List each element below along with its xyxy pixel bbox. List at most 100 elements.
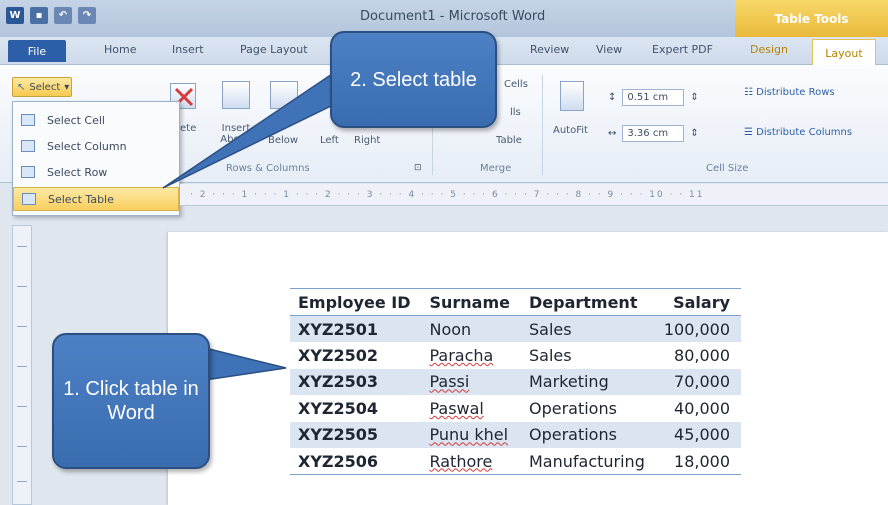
menu-item-select-column[interactable]: Select Column	[13, 134, 179, 158]
cell-salary[interactable]: 70,000	[655, 368, 742, 395]
table-row[interactable]: XYZ2501 Noon Sales 100,000	[290, 315, 742, 342]
employee-table[interactable]: Employee ID Surname Department Salary XY…	[290, 288, 742, 475]
cell-employee-id[interactable]: XYZ2505	[290, 421, 422, 448]
cell-surname[interactable]: Noon	[421, 315, 521, 342]
tab-view[interactable]: View	[596, 43, 622, 56]
insert-above-icon[interactable]	[222, 81, 250, 109]
menu-item-label: Select Row	[47, 165, 108, 179]
undo-icon[interactable]: ↶	[54, 7, 72, 24]
dialog-launcher-icon[interactable]: ⊡	[414, 163, 422, 173]
row-icon	[21, 166, 35, 178]
column-width-input[interactable]: 3.36 cm	[622, 124, 685, 142]
column-width-field[interactable]: ↔ 3.36 cm ⇕	[608, 123, 699, 143]
ruler-tick	[17, 446, 27, 447]
menu-item-label: Select Column	[47, 139, 127, 153]
select-arrow-icon: ↖	[17, 81, 26, 93]
insert-right-label: Right	[354, 135, 381, 146]
column-icon	[21, 140, 35, 152]
select-button-label: Select	[29, 81, 61, 93]
insert-below-icon[interactable]	[270, 81, 298, 109]
redo-icon[interactable]: ↷	[78, 7, 96, 24]
table-row[interactable]: XYZ2506 Rathore Manufacturing 18,000	[290, 448, 742, 475]
split-table-label[interactable]: Table	[496, 135, 522, 146]
distribute-rows-label: Distribute Rows	[756, 87, 835, 98]
select-button[interactable]: ↖ Select ▾	[12, 77, 72, 97]
menu-item-select-row[interactable]: Select Row	[13, 160, 179, 184]
cell-surname[interactable]: Paracha	[421, 342, 521, 369]
select-menu: Select Cell Select Column Select Row Sel…	[12, 101, 180, 216]
horizontal-ruler[interactable]: · 2 · · · 1 · · · 1 · · · 2 · · · 3 · · …	[180, 184, 888, 206]
cell-department[interactable]: Manufacturing	[521, 448, 656, 475]
table-tools-group-label: Table Tools	[735, 0, 888, 37]
tab-layout[interactable]: Layout	[812, 39, 876, 66]
cell-size-group-label: Cell Size	[706, 163, 749, 174]
ruler-tick	[17, 246, 27, 247]
callout-step-1: 1. Click table in Word	[52, 333, 210, 469]
table-row[interactable]: XYZ2505 Punu khel Operations 45,000	[290, 421, 742, 448]
spinner-icon[interactable]: ⇕	[690, 92, 698, 103]
ruler-tick	[17, 286, 27, 287]
spinner-icon[interactable]: ⇕	[690, 128, 698, 139]
ribbon-separator	[542, 75, 543, 175]
column-width-icon: ↔	[608, 127, 617, 139]
quick-access-toolbar: W ▪ ↶ ↷	[6, 7, 96, 24]
distribute-columns-icon: ☰	[744, 127, 757, 138]
window-title: Document1 - Microsoft Word	[360, 9, 546, 24]
rows-columns-group-label: Rows & Columns	[226, 163, 310, 174]
autofit-label[interactable]: AutoFit	[553, 125, 588, 136]
cell-salary[interactable]: 40,000	[656, 395, 741, 422]
cell-employee-id[interactable]: XYZ2504	[290, 395, 421, 422]
row-height-input[interactable]: 0.51 cm	[622, 88, 685, 106]
table-row[interactable]: XYZ2504 Paswal Operations 40,000	[290, 395, 741, 422]
column-header-employee-id[interactable]: Employee ID	[290, 289, 421, 316]
cell-department[interactable]: Sales	[521, 342, 656, 369]
merge-cells-label[interactable]: Cells	[504, 79, 528, 90]
column-header-salary[interactable]: Salary	[656, 289, 741, 316]
word-app-icon[interactable]: W	[6, 7, 24, 24]
autofit-icon[interactable]	[560, 81, 584, 111]
cell-surname[interactable]: Passi	[421, 368, 521, 395]
cell-department[interactable]: Marketing	[520, 368, 656, 395]
ruler-tick	[17, 326, 27, 327]
cell-employee-id[interactable]: XYZ2506	[290, 448, 421, 475]
cell-salary[interactable]: 18,000	[656, 448, 741, 475]
cell-surname[interactable]: Punu khel	[421, 421, 521, 448]
cell-salary[interactable]: 100,000	[655, 315, 742, 342]
cell-department[interactable]: Operations	[520, 421, 656, 448]
menu-item-select-cell[interactable]: Select Cell	[13, 108, 179, 132]
cell-employee-id[interactable]: XYZ2501	[290, 315, 422, 342]
ruler-tick	[17, 406, 27, 407]
tab-expert-pdf[interactable]: Expert PDF	[652, 43, 713, 56]
table-icon	[22, 193, 36, 205]
row-height-field[interactable]: ↕ 0.51 cm ⇕	[608, 87, 699, 107]
cell-salary[interactable]: 45,000	[655, 421, 742, 448]
column-header-surname[interactable]: Surname	[421, 289, 521, 316]
chevron-down-icon: ▾	[64, 81, 70, 93]
tab-review[interactable]: Review	[530, 43, 569, 56]
cell-employee-id[interactable]: XYZ2502	[290, 342, 421, 369]
vertical-ruler[interactable]	[12, 225, 32, 505]
insert-above-label: Insert Above	[220, 123, 252, 145]
cell-employee-id[interactable]: XYZ2503	[290, 368, 422, 395]
distribute-columns-button[interactable]: ☰ Distribute Columns	[744, 127, 852, 138]
cell-department[interactable]: Sales	[520, 315, 656, 342]
table-row[interactable]: XYZ2503 Passi Marketing 70,000	[290, 368, 742, 395]
row-height-icon: ↕	[608, 91, 617, 103]
save-icon[interactable]: ▪	[30, 7, 48, 24]
tab-design[interactable]: Design	[750, 43, 788, 56]
column-header-department[interactable]: Department	[521, 289, 656, 316]
menu-item-select-table[interactable]: Select Table	[13, 187, 179, 211]
merge-group-label: Merge	[480, 163, 512, 174]
split-cells-label[interactable]: lls	[510, 107, 521, 118]
tab-home[interactable]: Home	[104, 43, 136, 56]
distribute-rows-button[interactable]: ☷ Distribute Rows	[744, 87, 835, 98]
table-row[interactable]: XYZ2502 Paracha Sales 80,000	[290, 342, 741, 369]
tab-file[interactable]: File	[8, 40, 66, 62]
tab-insert[interactable]: Insert	[172, 43, 204, 56]
delete-label: ete	[180, 123, 197, 134]
cell-surname[interactable]: Paswal	[421, 395, 521, 422]
cell-surname[interactable]: Rathore	[421, 448, 521, 475]
cell-department[interactable]: Operations	[521, 395, 656, 422]
tab-page-layout[interactable]: Page Layout	[240, 43, 308, 56]
cell-salary[interactable]: 80,000	[656, 342, 741, 369]
